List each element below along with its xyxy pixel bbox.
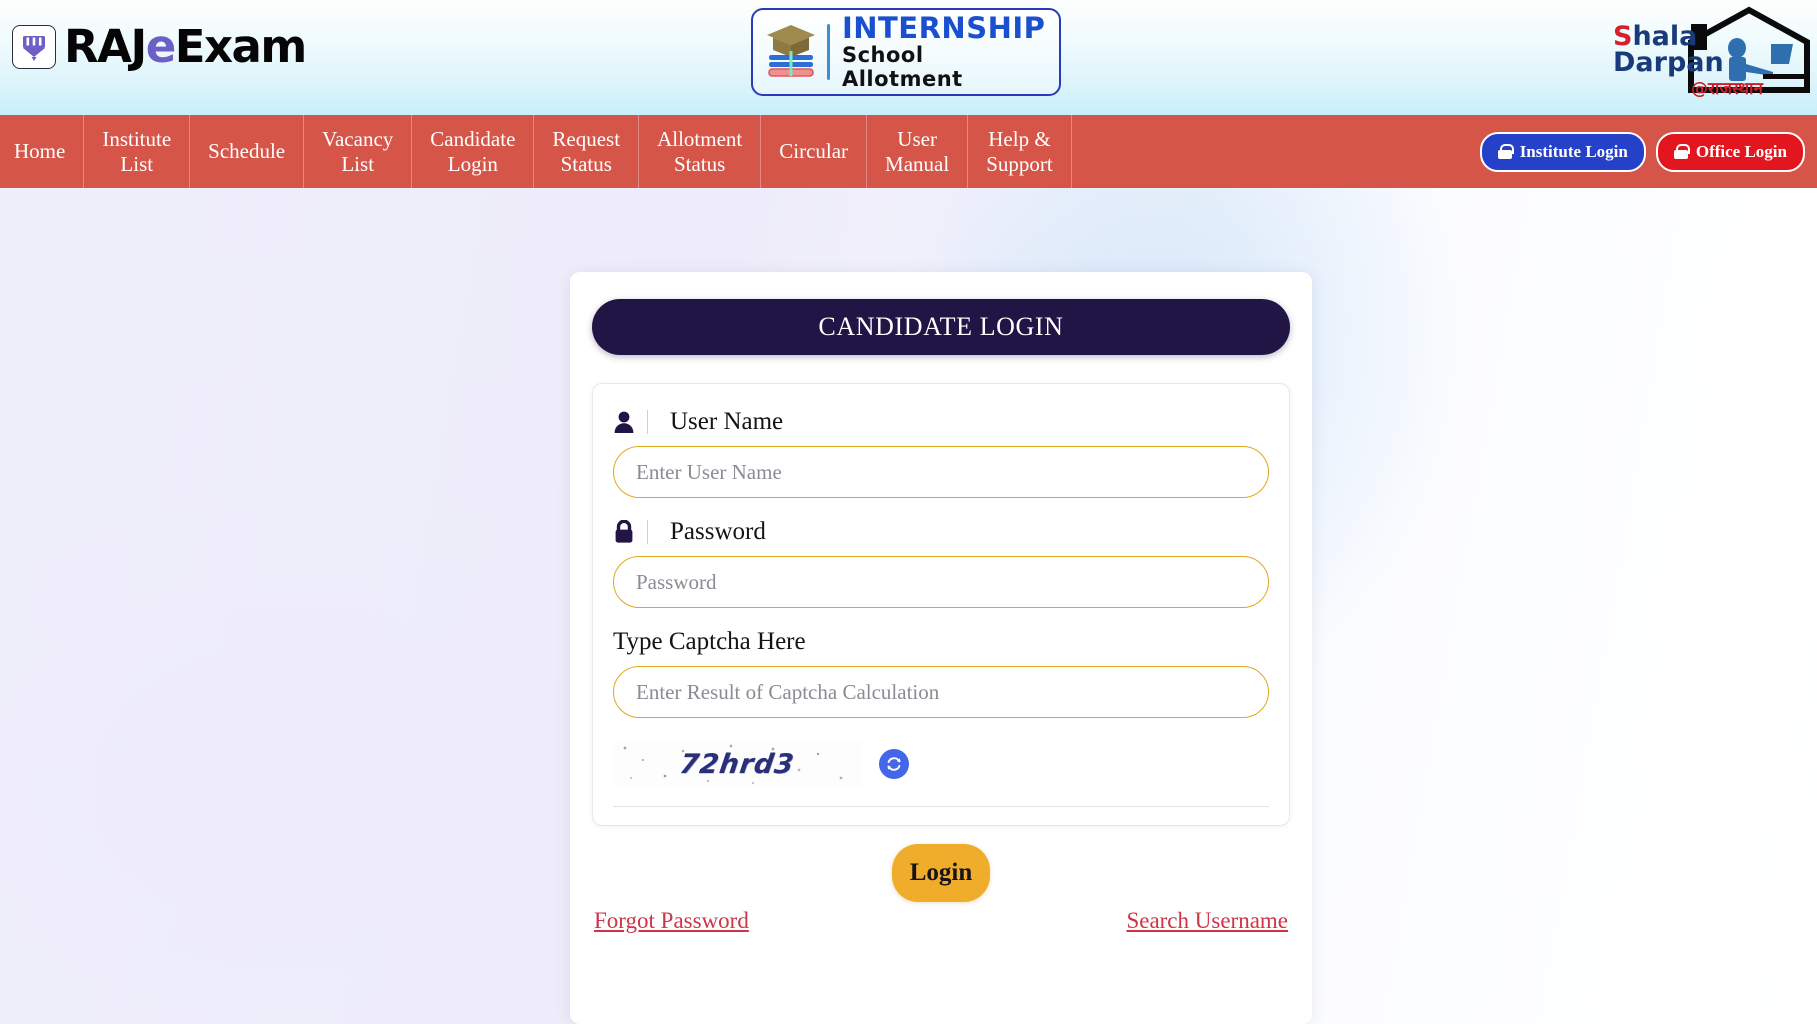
- brand-exam: Exam: [174, 20, 308, 73]
- nav-item-vacancy-list[interactable]: Vacancy List: [304, 115, 413, 188]
- graduation-cap-books-icon: [767, 25, 815, 77]
- rajeexam-badge-icon: [12, 24, 56, 69]
- captcha-label: Type Captcha Here: [613, 628, 806, 655]
- institute-login-button[interactable]: Institute Login: [1479, 131, 1646, 172]
- internship-title: INTERNSHIP: [841, 10, 1046, 45]
- nav-item-list: Home Institute List Schedule Vacancy Lis…: [0, 115, 1072, 188]
- username-label-row: User Name: [613, 408, 1269, 436]
- refresh-icon: [887, 757, 901, 771]
- rajeexam-logo[interactable]: RAJeExam: [12, 24, 307, 69]
- candidate-login-card: CANDIDATE LOGIN User Name Enter User Nam…: [570, 272, 1312, 1024]
- captcha-text: 72hrd3: [677, 748, 797, 780]
- lock-icon: [1497, 144, 1514, 159]
- captcha-input[interactable]: [613, 666, 1269, 718]
- captcha-image: 72hrd3: [613, 740, 861, 788]
- username-input[interactable]: [613, 446, 1269, 498]
- nav-item-user-manual[interactable]: User Manual: [867, 115, 969, 188]
- brand-raj: RAJ: [64, 20, 147, 73]
- shala-darpan-logo[interactable]: Shala Darpan @राजस्थान: [1613, 2, 1813, 107]
- lock-icon: [1673, 144, 1690, 159]
- nav-item-circular[interactable]: Circular: [761, 115, 868, 188]
- login-form: User Name Password Type Captcha Here: [592, 383, 1290, 826]
- search-username-link[interactable]: Search Username: [1126, 908, 1288, 934]
- institute-login-label: Institute Login: [1519, 141, 1628, 161]
- nav-item-institute-list[interactable]: Institute List: [84, 115, 191, 188]
- helper-links-row: Forgot Password Search Username: [592, 908, 1290, 950]
- site-header: RAJeExam INTERNSHIP School Allotment Sha…: [0, 0, 1817, 115]
- label-divider: [647, 410, 648, 434]
- crown-pencil-icon: [23, 35, 45, 61]
- login-button-row: Login: [592, 844, 1290, 902]
- nav-login-buttons: Institute Login Office Login: [1479, 131, 1805, 172]
- username-label: User Name: [670, 408, 784, 435]
- password-input[interactable]: [613, 556, 1269, 608]
- nav-item-schedule[interactable]: Schedule: [190, 115, 305, 188]
- nav-item-help-support[interactable]: Help & Support: [968, 115, 1072, 188]
- office-login-button[interactable]: Office Login: [1655, 131, 1805, 172]
- brand-e: e: [145, 20, 177, 73]
- username-field-group: User Name: [613, 408, 1269, 498]
- lock-icon: [613, 520, 647, 544]
- shala-darpan-wordmark: Shala Darpan: [1613, 23, 1724, 78]
- captcha-refresh-button[interactable]: [879, 749, 909, 779]
- darpan-text: Darpan: [1613, 46, 1724, 78]
- main-navigation: Home Institute List Schedule Vacancy Lis…: [0, 115, 1817, 188]
- nav-item-candidate-login[interactable]: Candidate Login: [412, 115, 535, 188]
- label-divider: [647, 520, 648, 544]
- login-actions: Login Forgot Password Search Username: [592, 844, 1290, 950]
- nav-item-allotment-status[interactable]: Allotment Status: [639, 115, 762, 188]
- school-allotment-subtitle: School Allotment: [841, 43, 963, 92]
- nav-item-request-status[interactable]: Request Status: [534, 115, 640, 188]
- form-divider: [613, 806, 1269, 807]
- office-login-label: Office Login: [1695, 141, 1787, 161]
- internship-school-allotment-logo[interactable]: INTERNSHIP School Allotment: [751, 8, 1061, 96]
- login-submit-button[interactable]: Login: [892, 844, 990, 902]
- shala-darpan-hindi: @राजस्थान: [1691, 79, 1763, 99]
- password-field-group: Password: [613, 518, 1269, 608]
- forgot-password-link[interactable]: Forgot Password: [594, 908, 749, 934]
- captcha-image-row: 72hrd3: [613, 740, 1269, 788]
- password-label-row: Password: [613, 518, 1269, 546]
- user-icon: [613, 410, 647, 434]
- password-label: Password: [670, 518, 766, 545]
- nav-item-home[interactable]: Home: [0, 115, 85, 188]
- logo-divider: [827, 24, 830, 80]
- captcha-field-group: Type Captcha Here: [613, 628, 1269, 718]
- rajeexam-wordmark: RAJeExam: [64, 24, 307, 69]
- candidate-login-title: CANDIDATE LOGIN: [592, 299, 1290, 355]
